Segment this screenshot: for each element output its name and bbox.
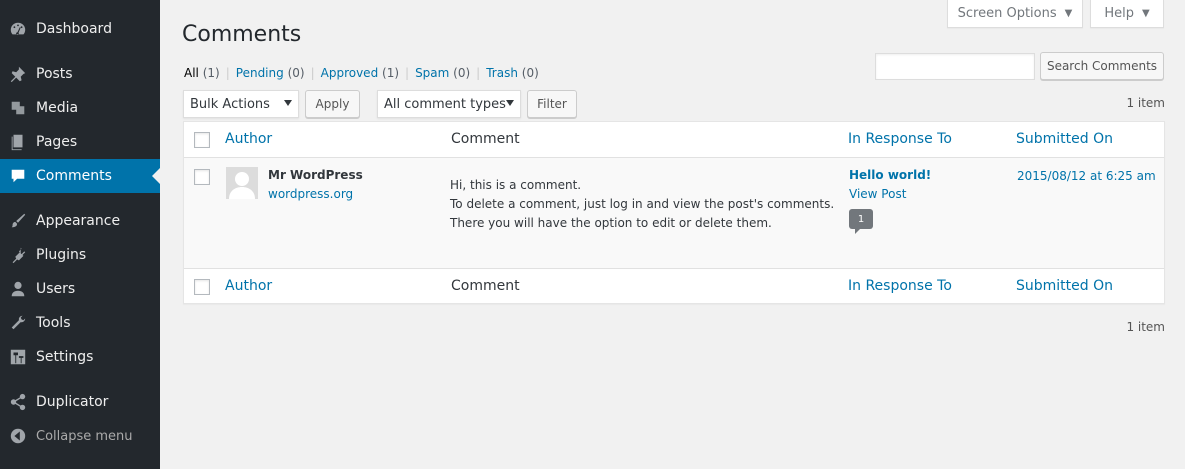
table-footer: Author Comment In Response To Submitted … [184, 268, 1164, 304]
admin-sidebar: Dashboard Posts Media Pages Comments App… [0, 0, 160, 469]
response-post-link[interactable]: Hello world! [849, 168, 931, 182]
comment-line: To delete a comment, just log in and vie… [450, 197, 835, 211]
wrench-icon [0, 314, 36, 332]
sidebar-item-label: Plugins [36, 247, 87, 263]
filter-spam[interactable]: Spam (0) [415, 66, 470, 80]
user-icon [0, 280, 36, 298]
sidebar-item-settings[interactable]: Settings [0, 340, 160, 374]
column-submitted-on[interactable]: Submitted On [1016, 278, 1113, 294]
pin-icon [0, 65, 36, 83]
sidebar-item-label: Settings [36, 349, 94, 365]
sidebar-item-label: Tools [36, 315, 71, 331]
column-author[interactable]: Author [225, 131, 272, 147]
collapse-menu-button[interactable]: Collapse menu [0, 419, 160, 453]
column-author[interactable]: Author [225, 278, 272, 294]
comment-type-select[interactable]: All comment types [377, 90, 521, 118]
sidebar-item-comments[interactable]: Comments [0, 159, 160, 193]
comment-line: Hi, this is a comment. [450, 178, 582, 192]
sidebar-item-label: Collapse menu [36, 428, 133, 444]
column-in-response-to[interactable]: In Response To [848, 278, 952, 294]
media-icon [0, 99, 36, 117]
column-comment: Comment [451, 131, 520, 147]
screen-options-button[interactable]: Screen Options ▼ [947, 0, 1083, 28]
dropdown-arrow-icon [506, 100, 514, 106]
table-header: Author Comment In Response To Submitted … [184, 122, 1164, 158]
comment-text: Hi, this is a comment. To delete a comme… [450, 176, 834, 233]
sidebar-item-label: Comments [36, 168, 112, 184]
status-filters: All (1) | Pending (0) | Approved (1) | S… [184, 66, 539, 80]
items-count-bottom: 1 item [1126, 320, 1165, 334]
sidebar-item-dashboard[interactable]: Dashboard [0, 12, 160, 46]
search-input[interactable] [875, 53, 1035, 80]
select-all-checkbox[interactable] [194, 279, 210, 295]
comment-line: There you will have the option to edit o… [450, 216, 772, 230]
sidebar-item-label: Dashboard [36, 21, 112, 37]
sidebar-item-appearance[interactable]: Appearance [0, 204, 160, 238]
view-post-link[interactable]: View Post [849, 187, 906, 201]
filter-approved[interactable]: Approved (1) [321, 66, 399, 80]
sidebar-item-label: Pages [36, 134, 78, 150]
share-icon [0, 393, 36, 411]
sidebar-item-media[interactable]: Media [0, 91, 160, 125]
bulk-actions-value: Bulk Actions [190, 96, 270, 112]
settings-icon [0, 348, 36, 366]
column-in-response-to[interactable]: In Response To [848, 131, 952, 147]
sidebar-item-tools[interactable]: Tools [0, 306, 160, 340]
table-row: Mr WordPress wordpress.org Hi, this is a… [184, 158, 1164, 268]
page-title: Comments [182, 22, 302, 47]
filter-pending[interactable]: Pending (0) [236, 66, 305, 80]
sidebar-item-label: Media [36, 100, 79, 116]
comment-icon [0, 167, 36, 185]
author-name: Mr WordPress [268, 168, 363, 182]
filter-all[interactable]: All (1) [184, 66, 220, 80]
dashboard-icon [0, 20, 36, 38]
comments-table: Author Comment In Response To Submitted … [183, 121, 1165, 304]
sidebar-item-pages[interactable]: Pages [0, 125, 160, 159]
comment-type-value: All comment types [384, 96, 506, 112]
pages-icon [0, 133, 36, 151]
caret-down-icon: ▼ [1064, 8, 1073, 19]
filter-button[interactable]: Filter [527, 90, 577, 118]
filter-trash[interactable]: Trash (0) [486, 66, 539, 80]
comment-count-badge[interactable]: 1 [849, 209, 873, 234]
help-label: Help [1104, 6, 1134, 21]
submitted-date-link[interactable]: 2015/08/12 at 6:25 am [1017, 169, 1156, 183]
dropdown-arrow-icon [284, 100, 292, 106]
caret-down-icon: ▼ [1141, 8, 1150, 19]
sidebar-item-posts[interactable]: Posts [0, 57, 160, 91]
items-count-top: 1 item [1126, 96, 1165, 110]
search-comments-button[interactable]: Search Comments [1040, 52, 1164, 80]
collapse-icon [0, 427, 36, 445]
brush-icon [0, 212, 36, 230]
select-all-checkbox[interactable] [194, 132, 210, 148]
bulk-actions-select[interactable]: Bulk Actions [183, 90, 299, 118]
sidebar-item-users[interactable]: Users [0, 272, 160, 306]
apply-button[interactable]: Apply [305, 90, 360, 118]
default-avatar-icon [226, 167, 258, 199]
sidebar-item-plugins[interactable]: Plugins [0, 238, 160, 272]
sidebar-item-label: Users [36, 281, 76, 297]
column-submitted-on[interactable]: Submitted On [1016, 131, 1113, 147]
help-button[interactable]: Help ▼ [1090, 0, 1164, 28]
avatar [226, 167, 258, 199]
sidebar-item-label: Appearance [36, 213, 121, 229]
plugin-icon [0, 246, 36, 264]
sidebar-item-duplicator[interactable]: Duplicator [0, 385, 160, 419]
row-checkbox[interactable] [194, 169, 210, 185]
author-url-link[interactable]: wordpress.org [268, 187, 353, 201]
sidebar-item-label: Duplicator [36, 394, 109, 410]
screen-options-label: Screen Options [957, 6, 1057, 21]
sidebar-item-label: Posts [36, 66, 73, 82]
column-comment: Comment [451, 278, 520, 294]
